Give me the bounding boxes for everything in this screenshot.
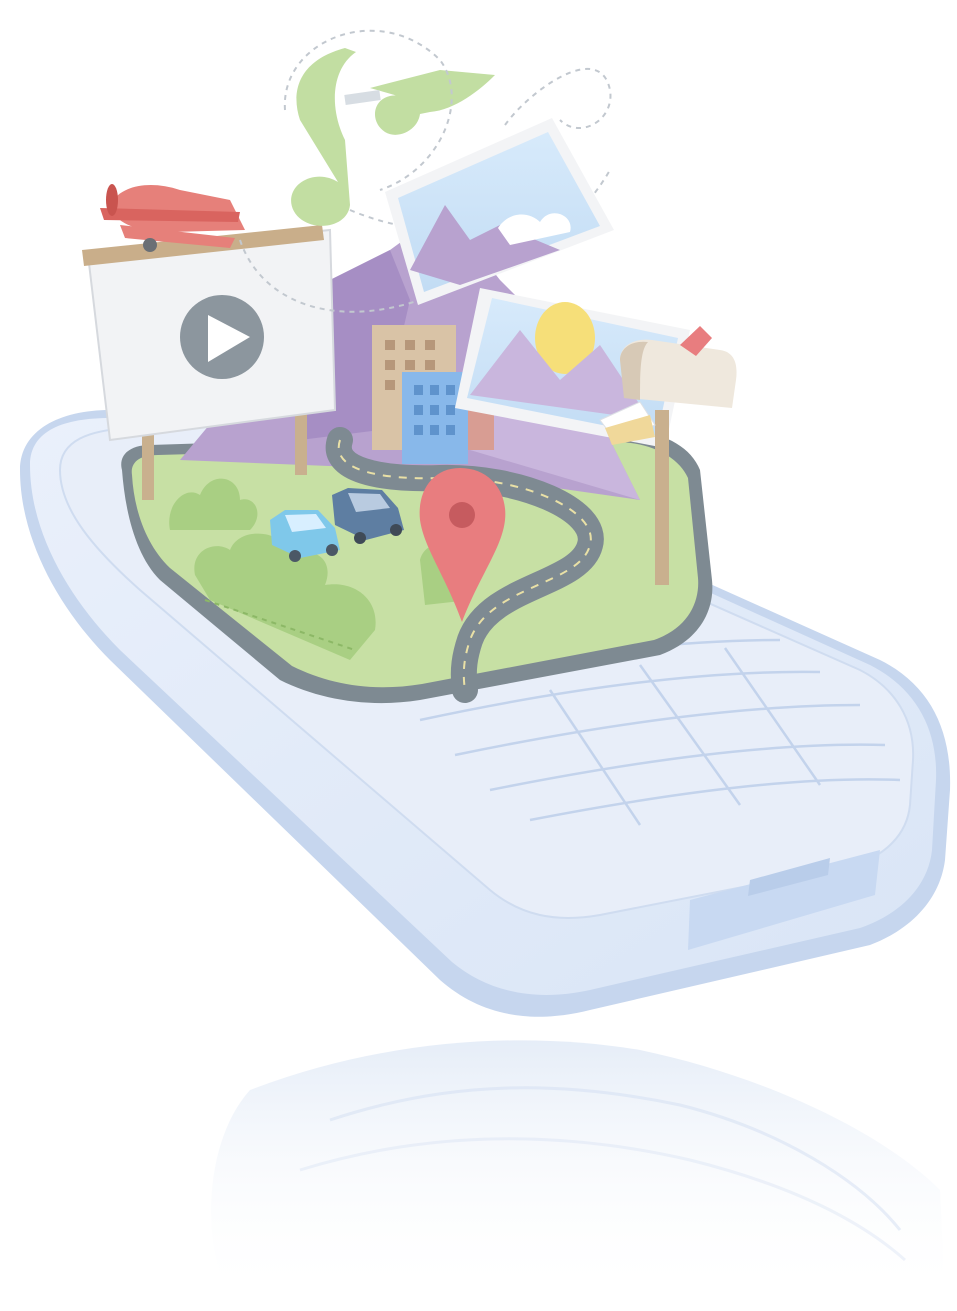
- airplane-icon: [100, 184, 245, 252]
- phone-reflection: [211, 1040, 946, 1300]
- photo-frame-mountain: [385, 118, 614, 305]
- phone-world-illustration: [20, 29, 951, 1300]
